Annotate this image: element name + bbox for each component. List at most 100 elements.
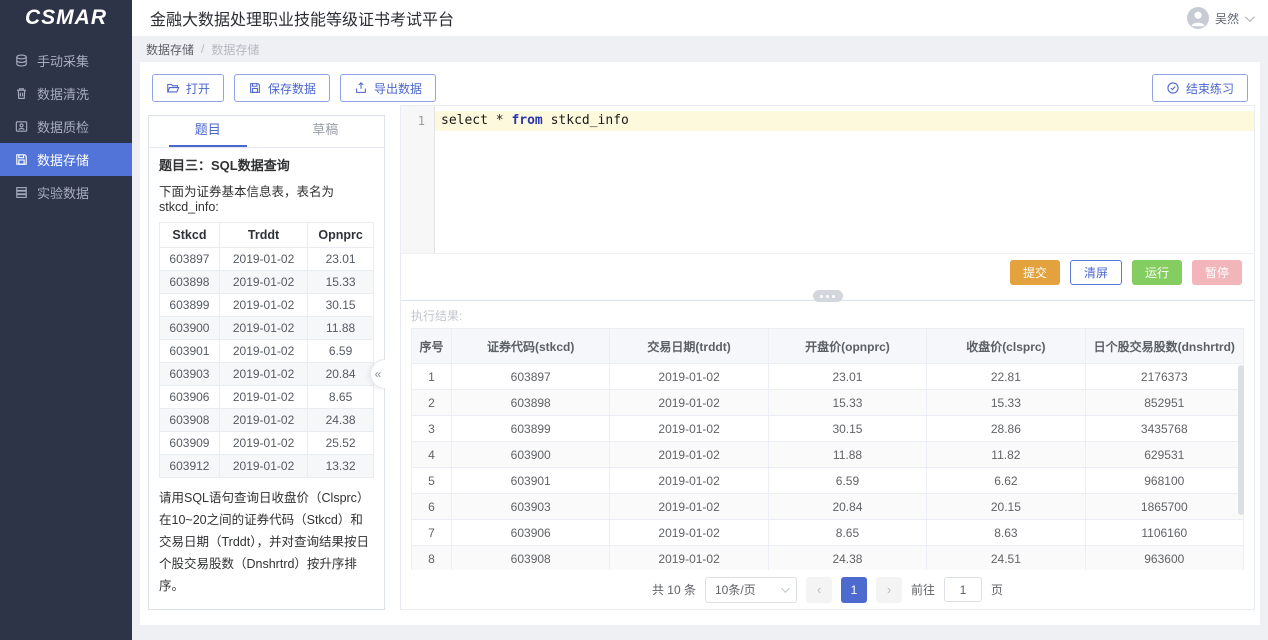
table-row: 66039032019-01-0220.8420.151865700 — [412, 494, 1244, 520]
table-cell: 603900 — [452, 442, 610, 468]
total-count: 共 10 条 — [652, 581, 696, 598]
check-circle-icon — [1166, 81, 1180, 95]
finish-practice-button-label: 结束练习 — [1186, 80, 1234, 97]
table-cell: 2019-01-02 — [219, 294, 307, 317]
table-cell: 2019-01-02 — [219, 409, 307, 432]
code-line: select * from stkcd_info — [435, 111, 1254, 131]
tab-draft-label: 草稿 — [286, 113, 364, 147]
table-cell: 5 — [412, 468, 452, 494]
table-cell: 23.01 — [768, 364, 926, 390]
results-label: 执行结果: — [411, 307, 1244, 324]
breadcrumb-parent[interactable]: 数据存储 — [146, 41, 194, 58]
export-data-button[interactable]: 导出数据 — [340, 74, 436, 102]
drag-handle[interactable] — [813, 290, 843, 302]
question-body: 题目三：SQL数据查询 下面为证券基本信息表，表名为stkcd_info: St… — [149, 148, 384, 609]
page-number-button[interactable]: 1 — [841, 577, 867, 603]
table-cell: 603912 — [160, 455, 220, 478]
open-button[interactable]: 打开 — [152, 74, 224, 102]
table-row: 16038972019-01-0223.0122.812176373 — [412, 364, 1244, 390]
table-cell: 30.15 — [768, 416, 926, 442]
sidebar-item-data-clean[interactable]: 数据清洗 — [0, 77, 132, 110]
question-panel: 题目 草稿 题目三：SQL数据查询 下面为证券基本信息表，表名为stkcd_in… — [148, 115, 385, 610]
sidebar: CSMAR 手动采集 数据清洗 数据质检 数据存储 — [0, 0, 132, 640]
chevron-down-icon — [781, 584, 789, 592]
user-menu[interactable]: 吴然 — [1187, 7, 1252, 29]
table-cell: 603900 — [160, 317, 220, 340]
page-unit-label: 页 — [991, 581, 1003, 598]
tab-draft[interactable]: 草稿 — [267, 116, 385, 147]
sidebar-item-label: 数据存储 — [37, 150, 89, 169]
table-cell: 30.15 — [308, 294, 374, 317]
sql-editor[interactable]: 1 select * from stkcd_info — [401, 106, 1254, 254]
table-cell: 629531 — [1085, 442, 1243, 468]
table-cell: 2019-01-02 — [610, 468, 768, 494]
prev-page-button[interactable]: ‹ — [806, 577, 832, 603]
table-cell: 15.33 — [308, 271, 374, 294]
table-cell: 2019-01-02 — [610, 416, 768, 442]
table-cell: 2019-01-02 — [610, 494, 768, 520]
table-cell: 15.33 — [927, 390, 1085, 416]
table-cell: 8.65 — [768, 520, 926, 546]
table-header-row: 序号 证券代码(stkcd) 交易日期(trddt) 开盘价(opnprc) 收… — [412, 329, 1244, 364]
id-card-icon — [14, 119, 29, 134]
run-button[interactable]: 运行 — [1132, 260, 1182, 285]
table-cell: 15.33 — [768, 390, 926, 416]
table-header-row: Stkcd Trddt Opnprc — [160, 223, 374, 248]
table-cell: 20.84 — [308, 363, 374, 386]
pagination: 共 10 条 10条/页 ‹ 1 › 前往 页 — [411, 570, 1244, 609]
column-header: Trddt — [219, 223, 307, 248]
table-cell: 968100 — [1085, 468, 1243, 494]
scrollbar[interactable] — [1238, 365, 1244, 515]
table-cell: 2019-01-02 — [219, 386, 307, 409]
table-cell: 603908 — [160, 409, 220, 432]
table-cell: 8.65 — [308, 386, 374, 409]
tab-question[interactable]: 题目 — [149, 116, 267, 147]
table-cell: 25.52 — [308, 432, 374, 455]
next-page-button[interactable]: › — [876, 577, 902, 603]
sidebar-item-data-storage[interactable]: 数据存储 — [0, 143, 132, 176]
clear-screen-button[interactable]: 清屏 — [1070, 260, 1122, 285]
save-data-button[interactable]: 保存数据 — [234, 74, 330, 102]
table-row: 46039002019-01-0211.8811.82629531 — [412, 442, 1244, 468]
question-panel-tabs: 题目 草稿 — [149, 116, 384, 148]
results-table: 序号 证券代码(stkcd) 交易日期(trddt) 开盘价(opnprc) 收… — [411, 328, 1244, 570]
code-area[interactable]: select * from stkcd_info — [435, 106, 1254, 253]
server-icon — [14, 185, 29, 200]
table-row: 36038992019-01-0230.1528.863435768 — [412, 416, 1244, 442]
sidebar-item-manual-collect[interactable]: 手动采集 — [0, 44, 132, 77]
table-cell: 603898 — [452, 390, 610, 416]
sidebar-item-data-qc[interactable]: 数据质检 — [0, 110, 132, 143]
table-cell: 6.59 — [768, 468, 926, 494]
table-row: 56039012019-01-026.596.62968100 — [412, 468, 1244, 494]
code-text: stkcd_info — [543, 113, 629, 128]
column-header: 交易日期(trddt) — [610, 329, 768, 364]
goto-page-input[interactable] — [944, 577, 982, 602]
finish-practice-button[interactable]: 结束练习 — [1152, 74, 1248, 102]
table-cell: 20.15 — [927, 494, 1085, 520]
action-bar: 提交 清屏 运行 暂停 — [401, 254, 1254, 290]
table-cell: 11.88 — [308, 317, 374, 340]
table-cell: 2019-01-02 — [610, 390, 768, 416]
main-card: 打开 保存数据 导出数据 结束练习 题目 草稿 题目三：SQL数据查询 下面为证… — [140, 62, 1260, 625]
sidebar-item-label: 实验数据 — [37, 183, 89, 202]
page-size-select[interactable]: 10条/页 — [705, 577, 797, 603]
table-cell: 852951 — [1085, 390, 1243, 416]
table-cell: 2019-01-02 — [219, 271, 307, 294]
save-icon — [14, 152, 29, 167]
table-cell: 2019-01-02 — [219, 340, 307, 363]
pause-button[interactable]: 暂停 — [1192, 260, 1242, 285]
open-button-label: 打开 — [186, 80, 210, 97]
sidebar-item-experiment-data[interactable]: 实验数据 — [0, 176, 132, 209]
table-cell: 603906 — [452, 520, 610, 546]
code-text: select * — [441, 113, 511, 128]
table-cell: 1106160 — [1085, 520, 1243, 546]
table-cell: 24.38 — [768, 546, 926, 571]
username: 吴然 — [1215, 10, 1239, 27]
code-keyword: from — [511, 113, 542, 128]
table-cell: 2 — [412, 390, 452, 416]
table-cell: 2019-01-02 — [219, 432, 307, 455]
app-title: 金融大数据处理职业技能等级证书考试平台 — [150, 6, 454, 30]
export-icon — [354, 81, 368, 95]
question-intro: 下面为证券基本信息表，表名为stkcd_info: — [159, 181, 374, 214]
submit-button[interactable]: 提交 — [1010, 260, 1060, 285]
